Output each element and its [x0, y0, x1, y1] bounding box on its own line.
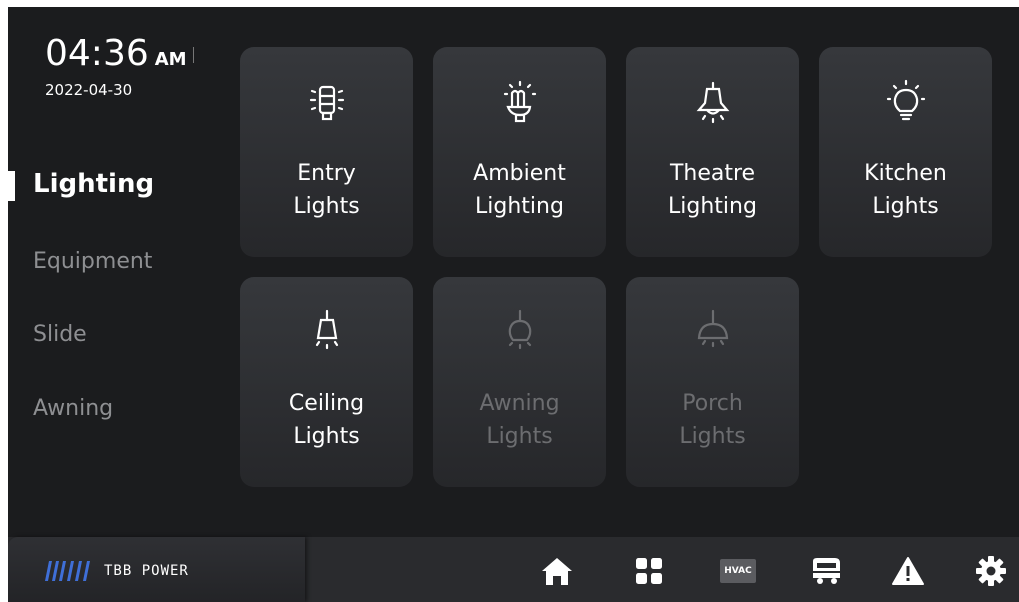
hvac-badge: HVAC: [720, 559, 756, 583]
brand-name: TBB POWER: [104, 563, 189, 579]
tile-label-line2: Lighting: [475, 194, 564, 219]
tile-label: Entry Lights: [240, 157, 413, 223]
theatre-bell-light-icon: [626, 77, 799, 131]
tile-label: Awning Lights: [433, 387, 606, 453]
sidebar-item-lighting[interactable]: Lighting: [33, 169, 154, 199]
sidebar-item-equipment[interactable]: Equipment: [33, 249, 152, 274]
screen: 04:36 AM 2022-04-30 Lighting Equipment Sl…: [8, 7, 1019, 602]
kitchen-bulb-icon: [819, 77, 992, 131]
tile-ceiling-lights[interactable]: Ceiling Lights: [240, 277, 413, 487]
grid-icon: [636, 558, 662, 584]
tile-awning-lights[interactable]: Awning Lights: [433, 277, 606, 487]
ceiling-lamp-icon: [240, 307, 413, 361]
awning-globe-light-icon: [433, 307, 606, 361]
clock-ampm: AM: [154, 49, 187, 70]
tile-kitchen-lights[interactable]: Kitchen Lights: [819, 47, 992, 257]
tile-label-line1: Ambient: [473, 161, 566, 186]
tile-label-line2: Lights: [872, 194, 939, 219]
brand-logo-icon: [45, 561, 90, 581]
tile-label: Ambient Lighting: [433, 157, 606, 223]
tile-label-line2: Lights: [293, 194, 360, 219]
tile-label-line2: Lights: [486, 424, 553, 449]
home-icon: [542, 558, 572, 585]
clock-date: 2022-04-30: [45, 81, 133, 99]
nav-apps-button[interactable]: [629, 551, 669, 591]
tile-entry-lights[interactable]: Entry Lights: [240, 47, 413, 257]
entry-light-icon: [240, 77, 413, 131]
warning-icon: [892, 557, 924, 585]
rv-camper-icon: [813, 558, 840, 584]
tile-label-line2: Lights: [679, 424, 746, 449]
sidebar-active-marker: [8, 171, 15, 201]
clock-divider: [192, 47, 194, 63]
ambient-bulb-icon: [433, 77, 606, 131]
tile-theatre-lighting[interactable]: Theatre Lighting: [626, 47, 799, 257]
tile-label: Kitchen Lights: [819, 157, 992, 223]
tile-label-line1: Ceiling: [288, 391, 365, 416]
nav-settings-button[interactable]: [971, 551, 1011, 591]
clock-time: 04:36: [45, 33, 149, 74]
porch-dome-light-icon: [626, 307, 799, 361]
tile-label: Ceiling Lights: [240, 387, 413, 453]
tile-label-line1: Theatre: [669, 161, 756, 186]
tile-label: Theatre Lighting: [626, 157, 799, 223]
nav-home-button[interactable]: [537, 551, 577, 591]
gear-icon: [976, 556, 1006, 586]
tile-label-line1: Entry: [297, 161, 356, 186]
tile-label: Porch Lights: [626, 387, 799, 453]
nav-alerts-button[interactable]: [888, 551, 928, 591]
tile-porch-lights[interactable]: Porch Lights: [626, 277, 799, 487]
sidebar-item-awning[interactable]: Awning: [33, 396, 113, 421]
tile-label-line1: Porch: [682, 391, 743, 416]
bottom-nav-bar: TBB POWER HVAC: [8, 537, 1019, 602]
clock: 04:36 AM: [45, 33, 194, 74]
brand-area: TBB POWER: [8, 537, 305, 602]
tile-ambient-lighting[interactable]: Ambient Lighting: [433, 47, 606, 257]
tile-label-line1: Awning: [479, 391, 560, 416]
sidebar-item-slide[interactable]: Slide: [33, 322, 87, 347]
tile-label-line1: Kitchen: [864, 161, 947, 186]
nav-rv-button[interactable]: [806, 551, 846, 591]
tile-label-line2: Lighting: [668, 194, 757, 219]
tile-label-line2: Lights: [293, 424, 360, 449]
nav-hvac-button[interactable]: HVAC: [718, 551, 758, 591]
